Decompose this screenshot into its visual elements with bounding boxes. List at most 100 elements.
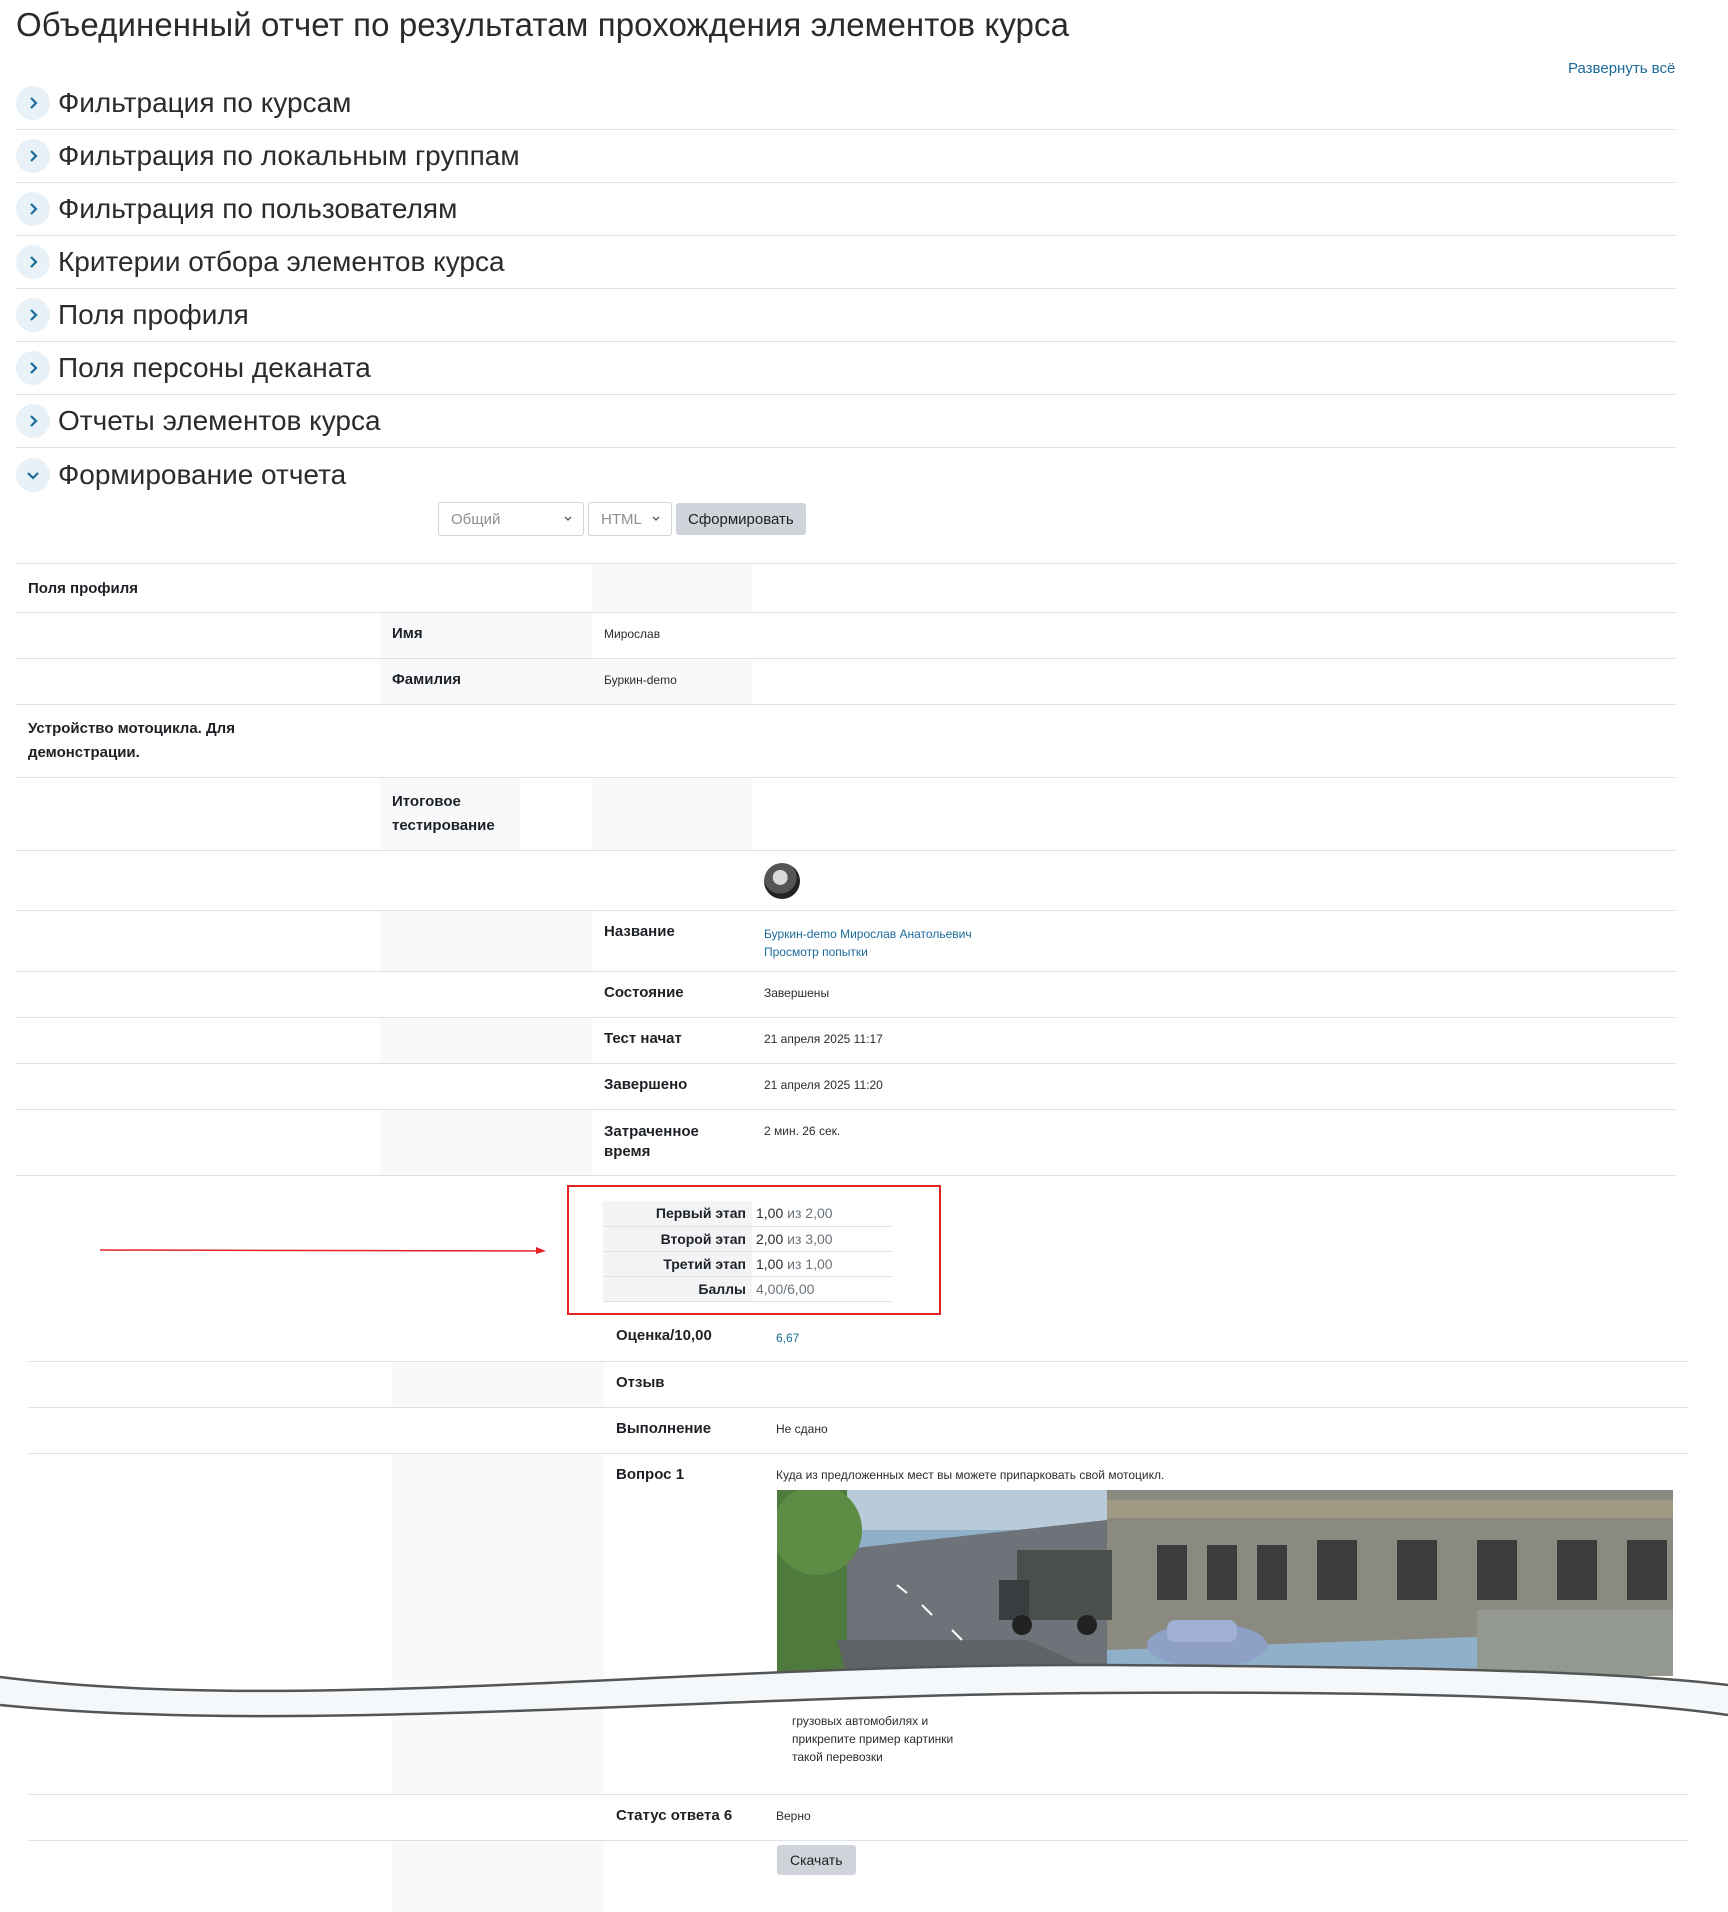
generate-button[interactable]: Сформировать xyxy=(676,503,806,535)
table-row: Баллы 4,00/6,00 xyxy=(603,1276,892,1302)
name-label: Название xyxy=(604,923,675,940)
stage-sep: из xyxy=(787,1230,802,1247)
answer-text: грузовых автомобилях и прикрепите пример… xyxy=(792,1712,992,1766)
finished-value: 21 апреля 2025 11:20 xyxy=(764,1078,883,1092)
empty-cell xyxy=(392,1454,604,1794)
stage-sep: из xyxy=(787,1255,802,1272)
grade-label: Оценка/10,00 xyxy=(616,1327,712,1344)
answer-line: прикрепите пример картинки xyxy=(792,1732,954,1746)
table-row: Отзыв xyxy=(28,1361,1688,1407)
section-label: Поля персоны деканата xyxy=(58,352,371,383)
table-row: Название Буркин-demo Мирослав Анатольеви… xyxy=(16,910,1676,971)
empty-cell xyxy=(592,778,752,850)
answer-status-value: Верно xyxy=(776,1809,811,1823)
page-title: Объединенный отчет по результатам прохож… xyxy=(16,6,1070,43)
state-label: Состояние xyxy=(604,984,684,1001)
chevron-down-icon[interactable] xyxy=(16,457,50,492)
section-profile-fields[interactable]: Поля профиля xyxy=(16,289,1676,342)
empty-cell xyxy=(380,1018,592,1063)
section-label: Формирование отчета xyxy=(58,458,347,490)
state-value: Завершены xyxy=(764,986,830,1000)
table-row: Третий этап 1,00 из 1,00 xyxy=(603,1251,892,1277)
user-name-link[interactable]: Буркин-demo Мирослав Анатольевич xyxy=(764,925,1664,943)
table-row: Устройство мотоцикла. Для демонстрации. xyxy=(16,704,1676,777)
time-spent-label: Затраченное время xyxy=(604,1123,699,1160)
stage-grades-highlight: Первый этап 1,00 из 2,00 Второй этап 2,0… xyxy=(567,1185,941,1315)
table-row: Оценка/10,00 6,67 xyxy=(28,1315,1688,1361)
section-element-criteria[interactable]: Критерии отбора элементов курса xyxy=(16,236,1676,289)
first-name-label: Имя xyxy=(380,613,592,658)
stage-label: Второй этап xyxy=(603,1226,752,1252)
question-image xyxy=(777,1490,1673,1676)
report-format-select[interactable]: HTML xyxy=(588,502,672,536)
section-report-generation[interactable]: Формирование отчета xyxy=(16,448,1676,501)
table-row: Первый этап 1,00 из 2,00 xyxy=(603,1201,892,1227)
table-row xyxy=(28,1840,1688,1912)
empty-cell xyxy=(392,1362,604,1407)
empty-cell xyxy=(380,564,592,612)
time-spent-value: 2 мин. 26 сек. xyxy=(764,1124,841,1138)
chevron-right-icon[interactable] xyxy=(16,192,50,226)
name-cell: Буркин-demo Мирослав Анатольевич Просмот… xyxy=(752,911,1676,971)
chevron-down-icon xyxy=(564,516,572,521)
chevron-right-icon[interactable] xyxy=(16,298,50,332)
first-name-value: Мирослав xyxy=(604,627,661,641)
chevron-right-icon[interactable] xyxy=(16,245,50,279)
empty-cell xyxy=(380,911,592,971)
table-row: Выполнение Не сдано xyxy=(28,1407,1688,1453)
chevron-right-icon[interactable] xyxy=(16,404,50,438)
avatar[interactable] xyxy=(764,863,800,899)
empty-cell xyxy=(392,1841,604,1912)
section-element-reports[interactable]: Отчеты элементов курса xyxy=(16,395,1676,448)
table-row: Имя Мирослав xyxy=(16,612,1676,658)
select-value: Общий xyxy=(451,510,501,528)
stage-grades-table: Первый этап 1,00 из 2,00 Второй этап 2,0… xyxy=(603,1201,892,1302)
view-attempt-link[interactable]: Просмотр попытки xyxy=(764,943,1664,961)
report-type-select[interactable]: Общий xyxy=(438,502,584,536)
question-label: Вопрос 1 xyxy=(616,1466,685,1483)
answer-line: такой перевозки xyxy=(792,1750,883,1764)
chevron-right-icon[interactable] xyxy=(16,86,50,120)
stage-score: 1,00 xyxy=(756,1205,784,1222)
table-row: Завершено 21 апреля 2025 11:20 xyxy=(16,1063,1676,1109)
finished-label: Завершено xyxy=(604,1076,688,1093)
started-label: Тест начат xyxy=(604,1030,682,1047)
section-group-filter[interactable]: Фильтрация по локальным группам xyxy=(16,130,1676,183)
section-course-filter[interactable]: Фильтрация по курсам xyxy=(16,77,1676,130)
section-label: Поля профиля xyxy=(58,299,249,330)
table-row: Фамилия Буркин-demo xyxy=(16,658,1676,704)
download-button[interactable]: Скачать xyxy=(777,1845,856,1875)
chevron-down-icon xyxy=(652,516,660,521)
stage-label: Первый этап xyxy=(603,1201,752,1227)
section-label: Отчеты элементов курса xyxy=(58,405,381,436)
section-label: Фильтрация по пользователям xyxy=(58,193,458,224)
stage-value: 1,00 из 2,00 xyxy=(752,1201,892,1227)
empty-cell xyxy=(380,1110,592,1175)
course-title: Устройство мотоцикла. Для демонстрации. xyxy=(28,720,235,761)
answer-status-label: Статус ответа 6 xyxy=(616,1807,733,1824)
avatar-cell xyxy=(752,851,1676,910)
table-row: Поля профиля xyxy=(16,563,1676,612)
stage-max: 3,00 xyxy=(805,1230,833,1247)
section-label: Фильтрация по курсам xyxy=(58,87,352,118)
chevron-right-icon[interactable] xyxy=(16,351,50,385)
section-dean-fields[interactable]: Поля персоны деканата xyxy=(16,342,1676,395)
feedback-label: Отзыв xyxy=(616,1374,665,1391)
grade-cell: 6,67 xyxy=(764,1315,1688,1361)
stage-score: 2,00 xyxy=(756,1230,784,1247)
table-row: Итоговое тестирование xyxy=(16,777,1676,850)
completion-label: Выполнение xyxy=(616,1420,712,1437)
started-value: 21 апреля 2025 11:17 xyxy=(764,1032,883,1046)
answer-line: грузовых автомобилях и xyxy=(792,1714,929,1728)
section-user-filter[interactable]: Фильтрация по пользователям xyxy=(16,183,1676,236)
section-label: Критерии отбора элементов курса xyxy=(58,246,505,277)
chevron-right-icon[interactable] xyxy=(16,139,50,173)
stage-score: 1,00 xyxy=(756,1255,784,1272)
annotation-arrow xyxy=(100,1247,546,1254)
table-row: Статус ответа 6 Верно xyxy=(28,1794,1688,1840)
expand-all-link[interactable]: Развернуть всё xyxy=(1568,60,1675,77)
grade-value-link[interactable]: 6,67 xyxy=(776,1329,1676,1347)
stage-value: 1,00 из 1,00 xyxy=(752,1251,892,1277)
quiz-title: Итоговое тестирование xyxy=(380,778,520,850)
empty-cell xyxy=(592,564,752,612)
